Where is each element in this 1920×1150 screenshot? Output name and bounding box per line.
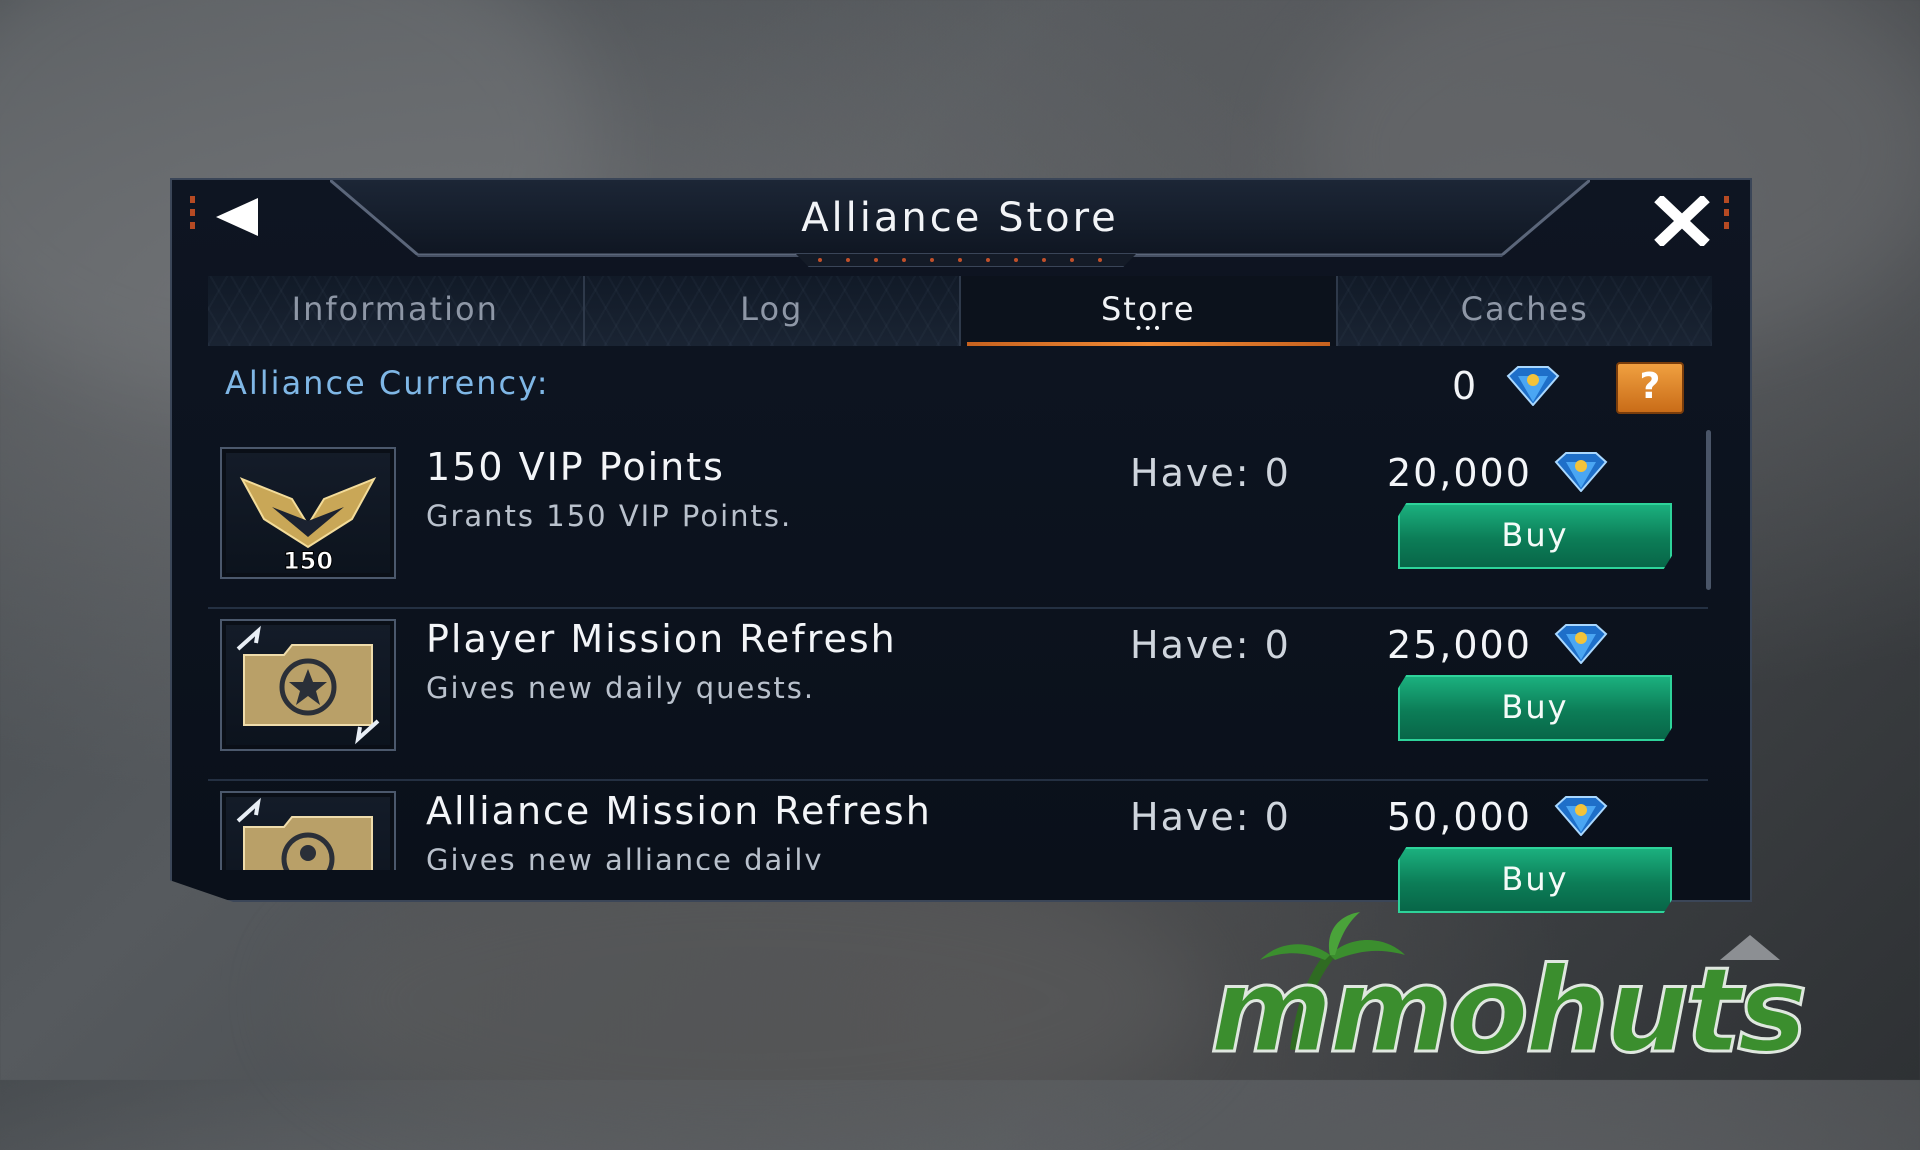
active-tab-indicator: •••	[1134, 321, 1163, 337]
item-price: 25,000	[1208, 623, 1608, 667]
item-name: Alliance Mission Refresh	[426, 789, 932, 833]
price-value: 50,000	[1386, 795, 1532, 839]
diamond-gem-icon	[1554, 796, 1608, 837]
back-arrow-icon	[216, 198, 258, 236]
tab-log[interactable]: Log	[584, 276, 961, 346]
store-item-list[interactable]: 150 150 VIP Points Grants 150 VIP Points…	[208, 435, 1708, 870]
item-price: 20,000	[1208, 451, 1608, 495]
currency-value: 0	[1452, 364, 1477, 408]
item-name: Player Mission Refresh	[426, 617, 897, 661]
item-description: Grants 150 VIP Points.	[426, 499, 793, 533]
tab-bar: Information Log Store ••• Caches	[208, 276, 1712, 346]
tab-caches[interactable]: Caches	[1337, 276, 1712, 346]
buy-button[interactable]: Buy	[1398, 503, 1672, 569]
tab-label: Log	[740, 290, 804, 328]
page-title: Alliance Store	[801, 195, 1119, 241]
price-value: 20,000	[1386, 451, 1532, 495]
tab-information[interactable]: Information	[208, 276, 585, 346]
tab-label: Caches	[1460, 290, 1589, 328]
diamond-gem-icon	[1554, 452, 1608, 493]
list-item: 150 150 VIP Points Grants 150 VIP Points…	[208, 435, 1708, 609]
item-description: Gives new alliance daily	[426, 843, 824, 870]
diamond-gem-icon	[1506, 366, 1560, 406]
help-button[interactable]: ?	[1616, 362, 1684, 414]
vip-badge-text: 150	[283, 547, 333, 575]
item-description: Gives new daily quests.	[426, 671, 816, 705]
vip-wings-icon: 150	[220, 447, 396, 579]
item-price: 50,000	[1208, 795, 1608, 839]
mission-folder-star-icon	[220, 619, 396, 751]
list-item: Player Mission Refresh Gives new daily q…	[208, 607, 1708, 781]
corner-decoration-right	[1724, 196, 1730, 235]
close-button[interactable]	[1654, 194, 1710, 248]
diamond-gem-icon	[1554, 624, 1608, 665]
back-button[interactable]	[212, 196, 260, 238]
item-name: 150 VIP Points	[426, 445, 725, 489]
currency-label: Alliance Currency:	[225, 364, 550, 402]
price-value: 25,000	[1386, 623, 1532, 667]
corner-decoration-left	[190, 196, 196, 235]
watermark-text: mmohuts	[1209, 941, 1810, 1079]
tab-store[interactable]: Store •••	[961, 276, 1338, 346]
buy-button[interactable]: Buy	[1398, 675, 1672, 741]
title-decoration	[795, 253, 1137, 267]
close-icon	[1654, 194, 1710, 248]
mission-folder-alliance-icon	[220, 791, 396, 870]
list-scrollbar[interactable]	[1706, 430, 1711, 590]
tab-label: Information	[291, 290, 499, 328]
